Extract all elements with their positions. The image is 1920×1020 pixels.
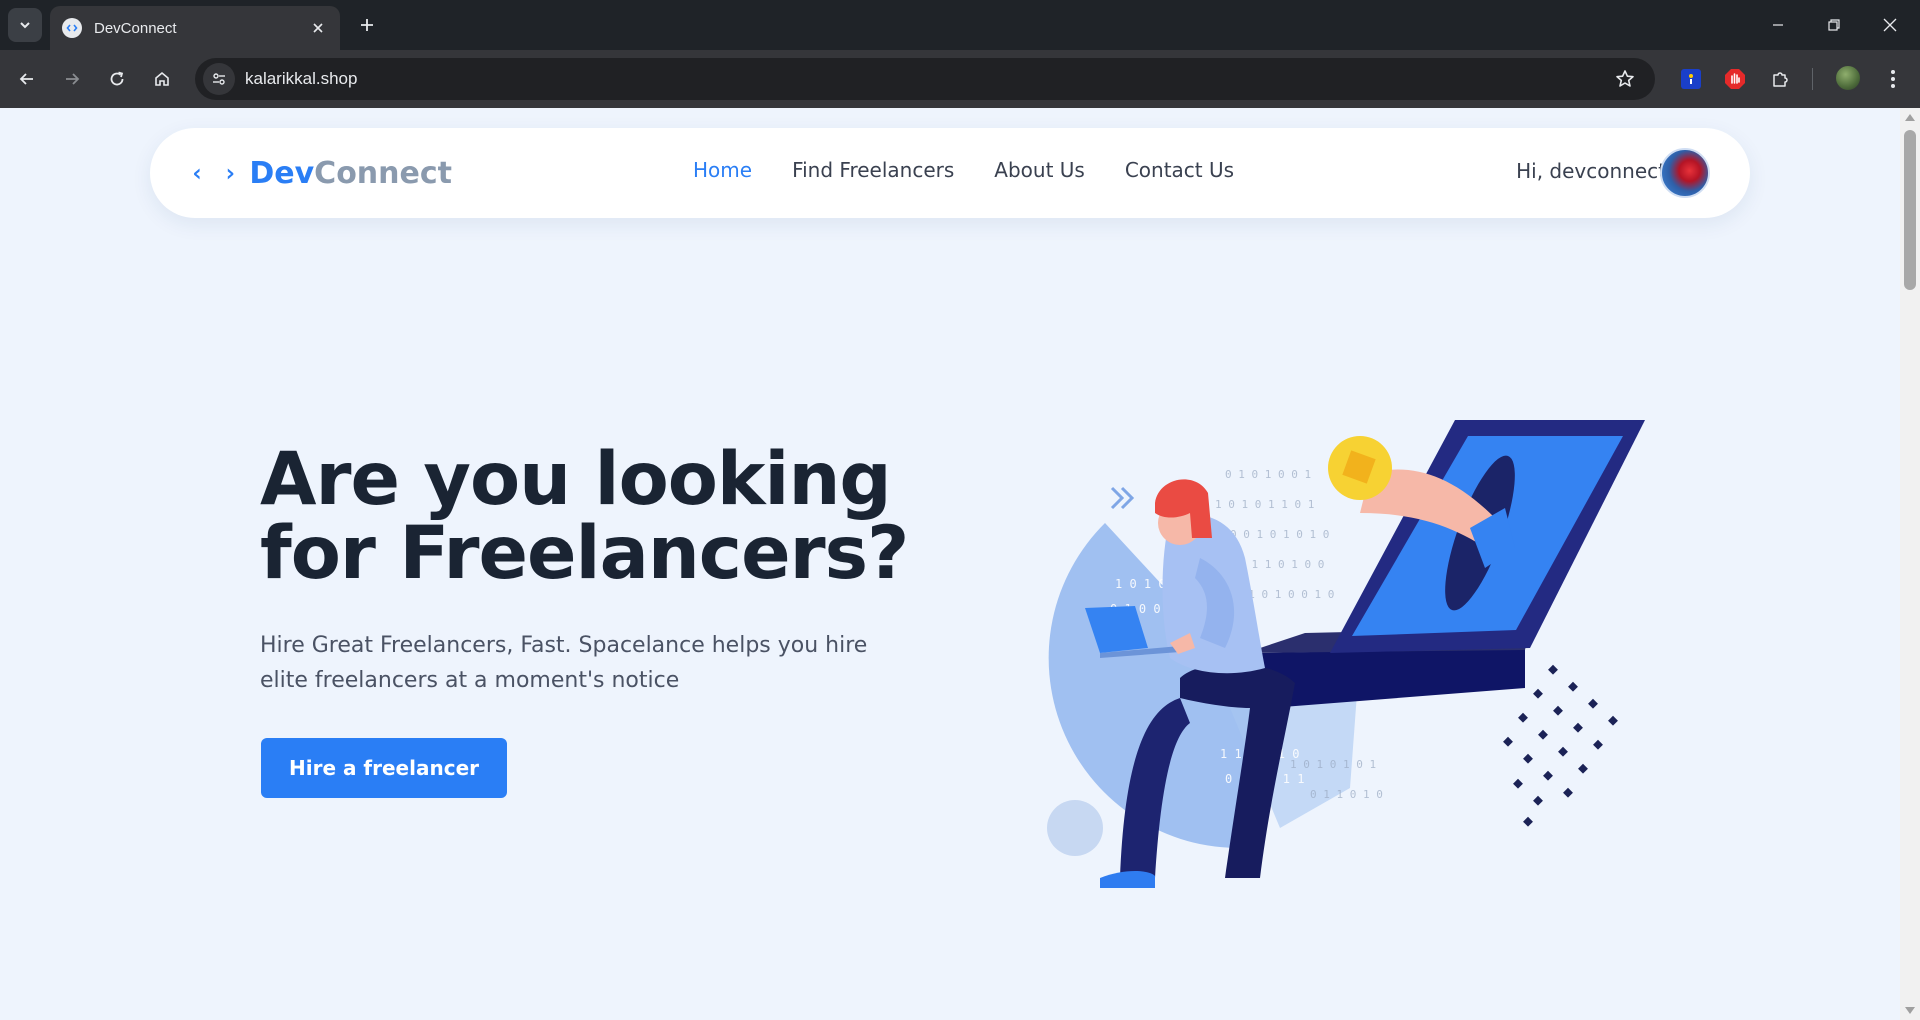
hero-title-line-2: for Freelancers? — [260, 511, 909, 596]
arrow-left-icon — [19, 73, 33, 85]
profile-avatar[interactable] — [1834, 64, 1862, 92]
blob-shape — [1047, 800, 1103, 856]
svg-text:1 0 1 0 1 0 1: 1 0 1 0 1 0 1 — [1290, 758, 1376, 771]
favicon-icon — [62, 18, 82, 38]
svg-text:0 0 1 0 1 0 1 0: 0 0 1 0 1 0 1 0 — [1230, 528, 1329, 541]
new-tab-button[interactable] — [352, 10, 382, 40]
hero-title-line-1: Are you looking — [260, 437, 892, 522]
restore-icon — [1828, 19, 1840, 31]
browser-menu-button[interactable] — [1876, 62, 1910, 96]
close-window-button[interactable] — [1862, 0, 1918, 50]
chevron-down-icon — [20, 22, 30, 29]
scroll-down-arrow[interactable] — [1905, 1007, 1915, 1014]
page-scrollbar[interactable] — [1900, 108, 1920, 1020]
minimize-button[interactable] — [1750, 0, 1806, 50]
svg-text:0 1 1 0 1 0: 0 1 1 0 1 0 — [1310, 788, 1383, 801]
hero-illustration: 0 1 0 1 0 0 1 1 0 1 0 1 1 0 1 0 0 1 0 1 … — [1047, 420, 1645, 888]
arrow-right-icon — [66, 73, 80, 85]
site-logo[interactable]: ‹ › Dev Connect — [190, 152, 452, 194]
browser-toolbar: kalarikkal.shop — [0, 50, 1920, 108]
browser-tabbar: DevConnect — [0, 0, 1920, 50]
logo-secondary-text: Connect — [314, 155, 452, 191]
nav-about-us[interactable]: About Us — [994, 158, 1085, 182]
forward-button[interactable] — [55, 62, 89, 96]
hero-title: Are you looking for Freelancers? — [260, 443, 960, 591]
browser-tab[interactable]: DevConnect — [50, 6, 340, 50]
home-button[interactable] — [145, 62, 179, 96]
logo-primary-text: Dev — [249, 155, 315, 191]
user-greeting: Hi, devconnect — [1516, 159, 1666, 183]
reload-icon — [110, 71, 124, 86]
address-bar[interactable]: kalarikkal.shop — [195, 58, 1655, 100]
more-vert-icon — [1891, 70, 1895, 88]
page-viewport: ‹ › Dev Connect Home Find Freelancers Ab… — [0, 108, 1900, 1020]
nav-find-freelancers[interactable]: Find Freelancers — [792, 158, 954, 182]
code-brackets-icon: ‹ › — [190, 159, 240, 187]
minimize-icon — [1773, 24, 1783, 26]
extension-button[interactable] — [1674, 62, 1708, 96]
restore-button[interactable] — [1806, 0, 1862, 50]
hire-freelancer-button[interactable]: Hire a freelancer — [261, 738, 507, 798]
nav-contact-us[interactable]: Contact Us — [1125, 158, 1234, 182]
scroll-up-arrow[interactable] — [1905, 114, 1915, 121]
toolbar-divider — [1812, 68, 1813, 90]
dot-pattern — [1503, 664, 1618, 827]
back-button[interactable] — [10, 62, 44, 96]
hero-subtitle: Hire Great Freelancers, Fast. Spacelance… — [260, 633, 868, 693]
extension-blue-icon — [1681, 69, 1701, 89]
shoe — [1100, 871, 1155, 888]
puzzle-icon — [1773, 72, 1788, 87]
main-menu: Home Find Freelancers About Us Contact U… — [693, 158, 1234, 182]
star-icon[interactable] — [1609, 63, 1641, 95]
extension-button[interactable] — [1718, 62, 1752, 96]
nav-home[interactable]: Home — [693, 158, 752, 182]
double-chevron-icon — [1110, 486, 1135, 510]
site-navbar: ‹ › Dev Connect Home Find Freelancers Ab… — [150, 128, 1750, 218]
plus-icon — [361, 19, 373, 31]
scroll-thumb[interactable] — [1904, 130, 1916, 290]
tab-list-button[interactable] — [8, 8, 42, 42]
svg-text:0 1 0 1 0 0 1: 0 1 0 1 0 0 1 — [1225, 468, 1311, 481]
extensions-button[interactable] — [1764, 62, 1798, 96]
close-icon — [1883, 18, 1897, 32]
adblock-icon — [1725, 69, 1745, 89]
tune-icon[interactable] — [203, 63, 235, 95]
reload-button[interactable] — [100, 62, 134, 96]
url-text[interactable]: kalarikkal.shop — [245, 69, 1609, 89]
laptop-base — [1260, 648, 1525, 708]
close-icon[interactable] — [308, 18, 328, 38]
svg-text:1 0 1 0 1 1 0 1: 1 0 1 0 1 1 0 1 — [1215, 498, 1314, 511]
tab-title: DevConnect — [94, 19, 177, 37]
home-icon — [155, 71, 169, 86]
avatar[interactable] — [1660, 148, 1710, 198]
